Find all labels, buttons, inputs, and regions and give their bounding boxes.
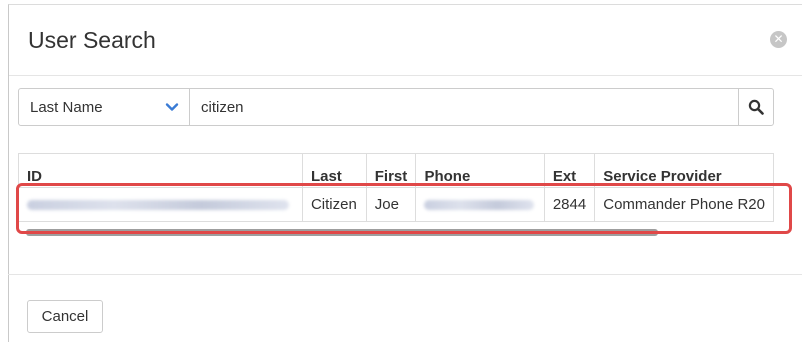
results-table: ID Last First Phone Ext Service Provider…	[18, 153, 774, 222]
column-header-last[interactable]: Last	[301, 153, 367, 188]
column-header-service-provider[interactable]: Service Provider	[594, 153, 774, 188]
chevron-down-icon	[165, 103, 179, 111]
redacted-phone	[424, 200, 535, 211]
search-icon	[748, 99, 764, 115]
cell-last: Citizen	[301, 187, 367, 222]
table-header-row: ID Last First Phone Ext Service Provider	[18, 153, 774, 188]
results-table-container[interactable]: ID Last First Phone Ext Service Provider…	[18, 153, 774, 241]
search-button[interactable]	[738, 89, 773, 125]
search-bar: Last Name	[18, 88, 774, 126]
cell-phone	[415, 187, 545, 222]
column-header-phone[interactable]: Phone	[415, 153, 545, 188]
cell-service-provider: Commander Phone R20	[594, 187, 774, 222]
cancel-button[interactable]: Cancel	[27, 300, 103, 333]
horizontal-scrollbar[interactable]	[26, 229, 658, 236]
dialog-header: User Search ✕	[9, 5, 802, 76]
close-icon[interactable]: ✕	[770, 31, 787, 48]
cell-id	[18, 187, 303, 222]
search-field-select-value: Last Name	[30, 98, 103, 116]
cell-ext: 2844	[543, 187, 596, 222]
table-row[interactable]: Citizen Joe 2844 Commander Phone R20	[18, 187, 774, 222]
redacted-id	[27, 200, 289, 211]
search-field-select[interactable]: Last Name	[19, 89, 190, 125]
cell-first: Joe	[365, 187, 417, 222]
column-header-ext[interactable]: Ext	[543, 153, 596, 188]
column-header-id[interactable]: ID	[18, 153, 303, 188]
dialog-footer: Cancel	[8, 274, 802, 343]
column-header-first[interactable]: First	[365, 153, 417, 188]
dialog-title: User Search	[28, 27, 156, 53]
search-input[interactable]	[190, 89, 738, 125]
